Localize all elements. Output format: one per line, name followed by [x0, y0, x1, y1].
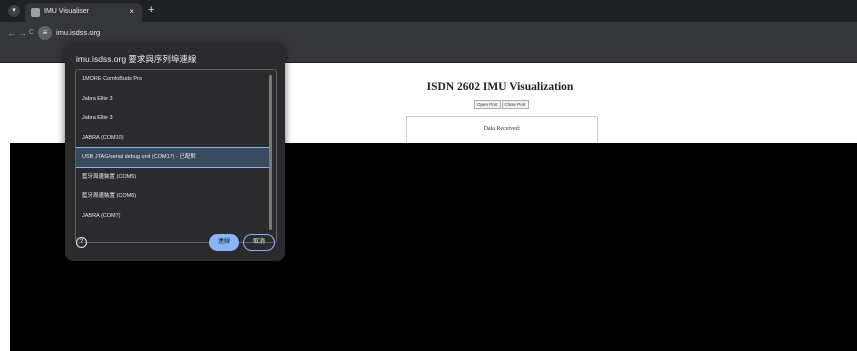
- open-port-button[interactable]: Open Port: [474, 100, 501, 109]
- port-list: 1MORE ComfoBuds Pro Jabra Elite 3 Jabra …: [75, 69, 277, 243]
- port-item-selected[interactable]: USB JTAG/serial debug unit (COM17) - 已配對: [76, 147, 272, 168]
- page-title: ISDN 2602 IMU Visualization: [426, 81, 574, 93]
- port-item-label: 1MORE ComfoBuds Pro: [82, 76, 142, 82]
- back-icon[interactable]: ←: [7, 27, 16, 39]
- port-item[interactable]: JABRA (COM7): [76, 207, 272, 226]
- port-item-label: 藍牙周邊裝置 (COM5): [82, 173, 137, 180]
- url-field[interactable]: imu.isdss.org: [56, 27, 100, 39]
- tab-imu-visualiser[interactable]: IMU Visualiser ×: [25, 3, 142, 22]
- port-item-label: Jabra Elite 3: [82, 115, 113, 121]
- tab-close-icon[interactable]: ×: [129, 6, 134, 18]
- connect-button[interactable]: 連線: [209, 234, 239, 251]
- tab-strip: ▾ IMU Visualiser × +: [0, 0, 857, 22]
- close-port-button[interactable]: Close Port: [501, 100, 529, 109]
- port-item[interactable]: Jabra Elite 3: [76, 90, 272, 109]
- reload-icon[interactable]: C: [29, 27, 34, 39]
- new-tab-button[interactable]: +: [148, 4, 154, 16]
- port-item[interactable]: Jabra Elite 3: [76, 109, 272, 128]
- data-received-label: Data Received:: [483, 126, 521, 132]
- port-item[interactable]: 藍牙周邊裝置 (COM6): [76, 187, 272, 206]
- data-received-box: Data Received:: [406, 116, 598, 144]
- cancel-button[interactable]: 取消: [243, 234, 275, 251]
- tab-title: IMU Visualiser: [44, 8, 89, 15]
- list-scrollbar[interactable]: [269, 75, 272, 230]
- port-item-label: 藍牙周邊裝置 (COM6): [82, 193, 137, 199]
- port-item[interactable]: JABRA (COM10): [76, 129, 272, 148]
- port-item-label: JABRA (COM7): [82, 212, 121, 219]
- port-item-label: JABRA (COM10): [82, 134, 124, 141]
- dialog-title: imu.isdss.org 要求與序列埠連線: [76, 54, 197, 64]
- favicon-icon: [31, 8, 40, 17]
- address-bar-row: ← → C ≡ imu.isdss.org: [0, 22, 857, 44]
- port-item-label: Jabra Elite 3: [82, 95, 113, 102]
- help-icon[interactable]: ?: [76, 237, 87, 248]
- site-info-icon[interactable]: ≡: [38, 26, 52, 40]
- port-item-label: USB JTAG/serial debug unit (COM17) - 已配對: [82, 154, 196, 160]
- port-item[interactable]: 1MORE ComfoBuds Pro: [76, 70, 272, 89]
- port-buttons: Open Port Close Port: [474, 100, 530, 109]
- tab-search-icon[interactable]: ▾: [8, 5, 20, 17]
- forward-icon[interactable]: →: [18, 27, 27, 39]
- port-item[interactable]: 藍牙周邊裝置 (COM5): [76, 168, 272, 187]
- serial-port-dialog: imu.isdss.org 要求與序列埠連線 1MORE ComfoBuds P…: [65, 43, 285, 261]
